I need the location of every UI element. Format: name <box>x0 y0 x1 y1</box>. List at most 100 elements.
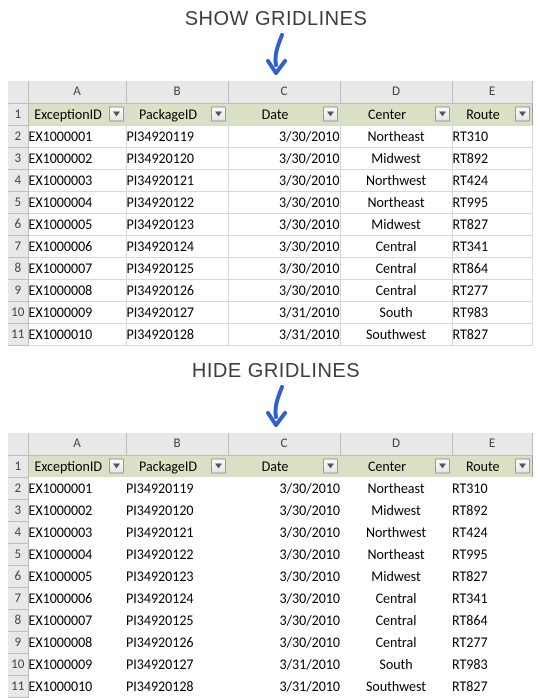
cell-date[interactable]: 3/30/2010 <box>228 522 340 544</box>
row-header[interactable]: 9 <box>8 280 28 302</box>
cell-exceptionid[interactable]: EX1000004 <box>28 192 126 214</box>
row-header[interactable]: 6 <box>8 214 28 236</box>
table-header-packageid[interactable]: PackageID <box>126 455 228 477</box>
cell-route[interactable]: RT424 <box>452 522 532 544</box>
row-header[interactable]: 1 <box>8 455 28 477</box>
cell-route[interactable]: RT892 <box>452 148 532 170</box>
cell-date[interactable]: 3/31/2010 <box>228 302 340 324</box>
row-header[interactable]: 9 <box>8 632 28 654</box>
row-header[interactable]: 2 <box>8 478 28 500</box>
table-header-route[interactable]: Route <box>452 455 532 477</box>
row-header[interactable]: 7 <box>8 588 28 610</box>
cell-route[interactable]: RT995 <box>452 192 532 214</box>
cell-exceptionid[interactable]: EX1000004 <box>28 544 126 566</box>
cell-center[interactable]: Central <box>340 632 452 654</box>
cell-date[interactable]: 3/30/2010 <box>228 192 340 214</box>
row-header[interactable]: 3 <box>8 500 28 522</box>
cell-center[interactable]: Central <box>340 236 452 258</box>
cell-date[interactable]: 3/30/2010 <box>228 258 340 280</box>
table-header-date[interactable]: Date <box>228 455 340 477</box>
cell-date[interactable]: 3/31/2010 <box>228 676 340 698</box>
cell-packageid[interactable]: PI34920127 <box>126 654 228 676</box>
filter-button[interactable] <box>515 107 530 122</box>
cell-center[interactable]: Midwest <box>340 214 452 236</box>
cell-exceptionid[interactable]: EX1000007 <box>28 258 126 280</box>
col-header-C[interactable]: C <box>228 81 340 103</box>
filter-button[interactable] <box>323 459 338 474</box>
cell-center[interactable]: Northwest <box>340 522 452 544</box>
table-header-center[interactable]: Center <box>340 455 452 477</box>
cell-exceptionid[interactable]: EX1000009 <box>28 654 126 676</box>
row-header[interactable]: 8 <box>8 258 28 280</box>
cell-route[interactable]: RT341 <box>452 236 532 258</box>
cell-date[interactable]: 3/30/2010 <box>228 566 340 588</box>
row-header[interactable]: 10 <box>8 654 28 676</box>
cell-center[interactable]: Northeast <box>340 192 452 214</box>
col-header-A[interactable]: A <box>28 433 126 455</box>
cell-exceptionid[interactable]: EX1000008 <box>28 280 126 302</box>
row-header[interactable]: 6 <box>8 566 28 588</box>
cell-packageid[interactable]: PI34920120 <box>126 500 228 522</box>
cell-packageid[interactable]: PI34920128 <box>126 676 228 698</box>
cell-route[interactable]: RT983 <box>452 302 532 324</box>
row-header[interactable]: 3 <box>8 148 28 170</box>
cell-exceptionid[interactable]: EX1000001 <box>28 126 126 148</box>
cell-center[interactable]: Midwest <box>340 500 452 522</box>
cell-packageid[interactable]: PI34920119 <box>126 478 228 500</box>
row-header[interactable]: 8 <box>8 610 28 632</box>
cell-exceptionid[interactable]: EX1000010 <box>28 324 126 346</box>
row-header[interactable]: 1 <box>8 103 28 125</box>
cell-date[interactable]: 3/30/2010 <box>228 236 340 258</box>
cell-date[interactable]: 3/30/2010 <box>228 588 340 610</box>
cell-exceptionid[interactable]: EX1000003 <box>28 170 126 192</box>
col-header-C[interactable]: C <box>228 433 340 455</box>
cell-center[interactable]: Northeast <box>340 478 452 500</box>
cell-route[interactable]: RT277 <box>452 280 532 302</box>
row-header[interactable]: 4 <box>8 170 28 192</box>
cell-center[interactable]: South <box>340 654 452 676</box>
cell-packageid[interactable]: PI34920128 <box>126 324 228 346</box>
cell-packageid[interactable]: PI34920124 <box>126 588 228 610</box>
cell-route[interactable]: RT827 <box>452 566 532 588</box>
filter-button[interactable] <box>211 107 226 122</box>
cell-exceptionid[interactable]: EX1000002 <box>28 148 126 170</box>
cell-date[interactable]: 3/30/2010 <box>228 544 340 566</box>
cell-route[interactable]: RT277 <box>452 632 532 654</box>
cell-exceptionid[interactable]: EX1000010 <box>28 676 126 698</box>
cell-packageid[interactable]: PI34920120 <box>126 148 228 170</box>
cell-center[interactable]: Southwest <box>340 324 452 346</box>
filter-button[interactable] <box>109 459 124 474</box>
cell-date[interactable]: 3/30/2010 <box>228 478 340 500</box>
cell-packageid[interactable]: PI34920119 <box>126 126 228 148</box>
cell-date[interactable]: 3/30/2010 <box>228 170 340 192</box>
cell-date[interactable]: 3/30/2010 <box>228 500 340 522</box>
cell-exceptionid[interactable]: EX1000006 <box>28 236 126 258</box>
cell-exceptionid[interactable]: EX1000008 <box>28 632 126 654</box>
cell-packageid[interactable]: PI34920123 <box>126 214 228 236</box>
row-header[interactable]: 7 <box>8 236 28 258</box>
cell-exceptionid[interactable]: EX1000001 <box>28 478 126 500</box>
table-header-center[interactable]: Center <box>340 103 452 125</box>
cell-packageid[interactable]: PI34920127 <box>126 302 228 324</box>
filter-button[interactable] <box>211 459 226 474</box>
cell-route[interactable]: RT983 <box>452 654 532 676</box>
cell-route[interactable]: RT341 <box>452 588 532 610</box>
col-header-D[interactable]: D <box>340 433 452 455</box>
cell-center[interactable]: Midwest <box>340 566 452 588</box>
cell-center[interactable]: Central <box>340 588 452 610</box>
cell-packageid[interactable]: PI34920122 <box>126 192 228 214</box>
row-header[interactable]: 5 <box>8 544 28 566</box>
cell-route[interactable]: RT827 <box>452 676 532 698</box>
cell-center[interactable]: Central <box>340 610 452 632</box>
cell-exceptionid[interactable]: EX1000009 <box>28 302 126 324</box>
cell-packageid[interactable]: PI34920123 <box>126 566 228 588</box>
cell-route[interactable]: RT827 <box>452 324 532 346</box>
cell-packageid[interactable]: PI34920126 <box>126 280 228 302</box>
cell-route[interactable]: RT424 <box>452 170 532 192</box>
filter-button[interactable] <box>435 107 450 122</box>
cell-center[interactable]: Central <box>340 258 452 280</box>
col-header-E[interactable]: E <box>452 433 532 455</box>
cell-exceptionid[interactable]: EX1000005 <box>28 214 126 236</box>
row-header[interactable]: 10 <box>8 302 28 324</box>
cell-exceptionid[interactable]: EX1000002 <box>28 500 126 522</box>
